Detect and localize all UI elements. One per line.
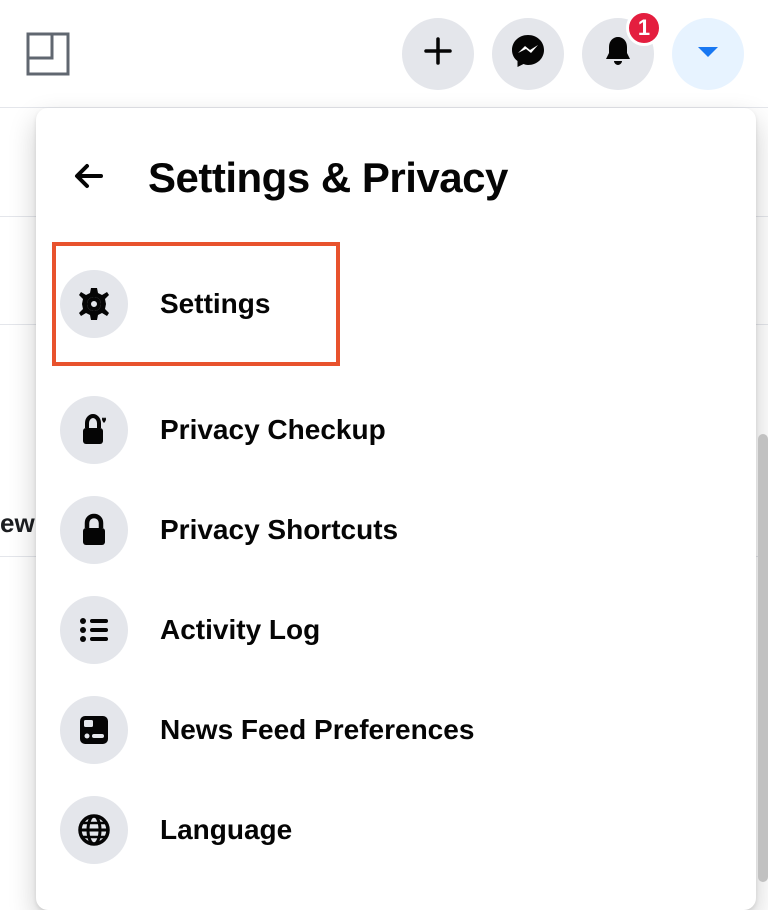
background-text: ew <box>0 508 35 539</box>
scrollbar[interactable] <box>758 434 768 882</box>
header-buttons: 1 <box>402 18 744 90</box>
lock-heart-icon <box>60 396 128 464</box>
menu-item-activity-log[interactable]: Activity Log <box>52 580 740 680</box>
menu-item-privacy-checkup[interactable]: Privacy Checkup <box>52 380 740 480</box>
arrow-left-icon <box>71 157 109 200</box>
feed-icon <box>60 696 128 764</box>
menu-label: Privacy Checkup <box>160 414 386 446</box>
menu-item-privacy-shortcuts[interactable]: Privacy Shortcuts <box>52 480 740 580</box>
plus-icon <box>422 35 454 72</box>
back-button[interactable] <box>60 148 120 208</box>
panel-header: Settings & Privacy <box>52 128 740 238</box>
create-button[interactable] <box>402 18 474 90</box>
messenger-button[interactable] <box>492 18 564 90</box>
account-dropdown-button[interactable] <box>672 18 744 90</box>
settings-privacy-panel: Settings & Privacy Settings Privacy Chec… <box>36 108 756 910</box>
top-header: 1 <box>0 0 768 108</box>
menu-item-news-feed-preferences[interactable]: News Feed Preferences <box>52 680 740 780</box>
menu-item-language[interactable]: Language <box>52 780 740 880</box>
menu-item-settings[interactable]: Settings <box>52 242 340 366</box>
menu-label: Activity Log <box>160 614 320 646</box>
caret-down-icon <box>694 37 722 70</box>
notifications-button[interactable]: 1 <box>582 18 654 90</box>
panel-title: Settings & Privacy <box>148 154 508 202</box>
globe-icon <box>60 796 128 864</box>
menu-label: Privacy Shortcuts <box>160 514 398 546</box>
messenger-icon <box>509 32 547 75</box>
gear-icon <box>60 270 128 338</box>
menu-label: Settings <box>160 288 270 320</box>
notification-badge: 1 <box>626 10 662 46</box>
list-icon <box>60 596 128 664</box>
lock-icon <box>60 496 128 564</box>
app-logo-icon[interactable] <box>24 30 72 78</box>
menu-label: Language <box>160 814 292 846</box>
menu-label: News Feed Preferences <box>160 714 474 746</box>
